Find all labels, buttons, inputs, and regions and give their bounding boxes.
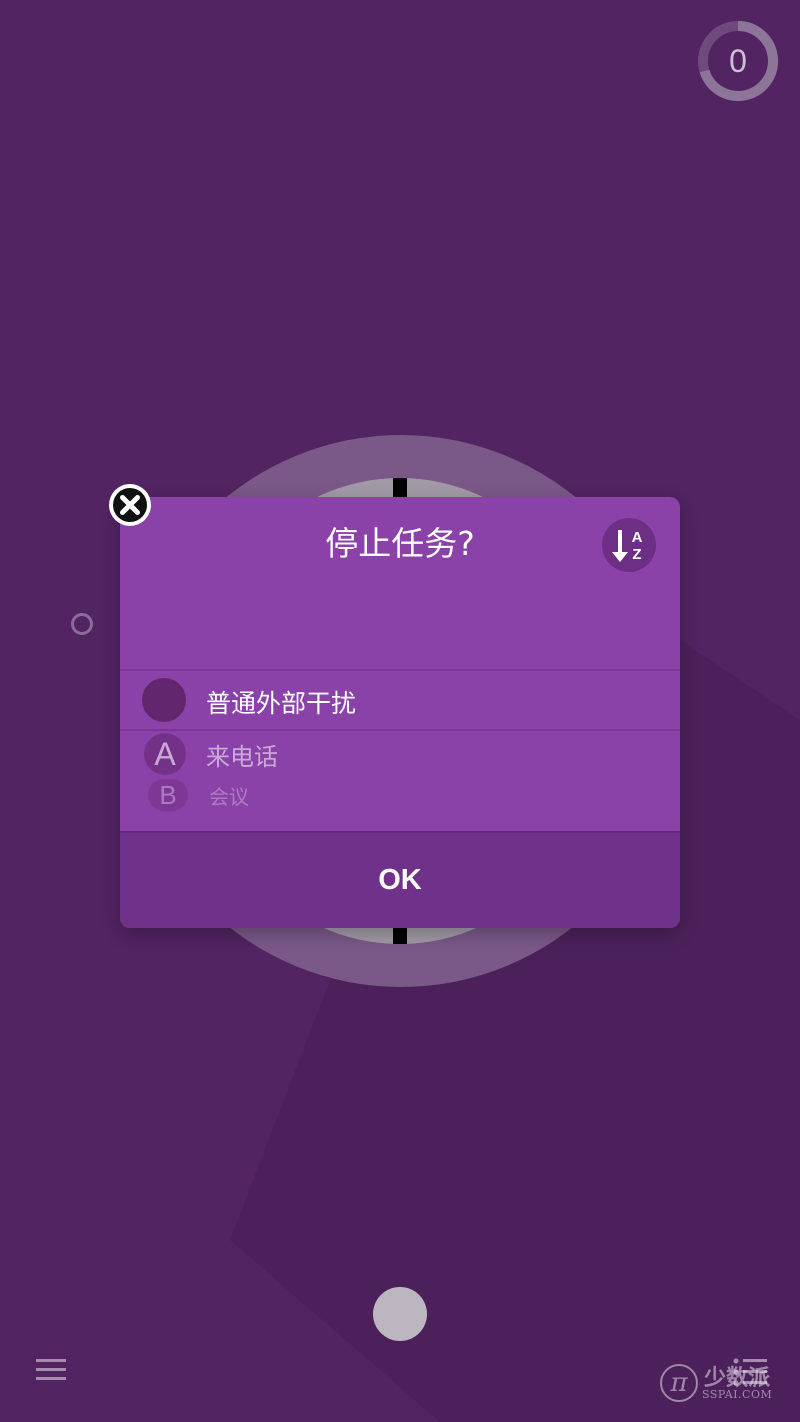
- close-icon[interactable]: [107, 482, 153, 528]
- start-button[interactable]: [373, 1287, 427, 1341]
- counter-value: 0: [729, 43, 747, 79]
- watermark-logo: π: [660, 1364, 698, 1402]
- timer-tick-top: [393, 478, 407, 498]
- list-item-label: 会议: [209, 785, 249, 809]
- svg-text:Z: Z: [632, 546, 641, 563]
- list-item-badge: B: [148, 779, 188, 811]
- watermark: π 少数派 SSPAI.COM: [660, 1360, 790, 1406]
- watermark-site: SSPAI.COM: [702, 1388, 773, 1401]
- list-item-label: 普通外部干扰: [206, 689, 357, 718]
- list-item-badge: A: [144, 733, 186, 775]
- stop-task-dialog: 停止任务? A Z 普通外部干扰 A 来电话 B 会议 OK: [120, 497, 680, 928]
- dialog-title: 停止任务?: [325, 524, 475, 563]
- ok-button[interactable]: OK: [120, 833, 680, 928]
- list-item[interactable]: 普通外部干扰: [120, 671, 680, 731]
- svg-text:A: A: [632, 529, 643, 546]
- dialog-footer: OK: [120, 831, 680, 928]
- sort-az-icon: A Z: [612, 529, 643, 563]
- list-item-badge: [142, 678, 186, 722]
- reason-list[interactable]: 普通外部干扰 A 来电话 B 会议: [120, 669, 680, 833]
- side-indicator-dot: [71, 613, 93, 635]
- timer-tick-bottom: [393, 928, 407, 944]
- list-item-label: 来电话: [206, 743, 278, 771]
- list-item[interactable]: B 会议: [120, 777, 680, 833]
- sort-az-button[interactable]: A Z: [602, 518, 656, 572]
- hamburger-menu-icon[interactable]: [36, 1358, 66, 1382]
